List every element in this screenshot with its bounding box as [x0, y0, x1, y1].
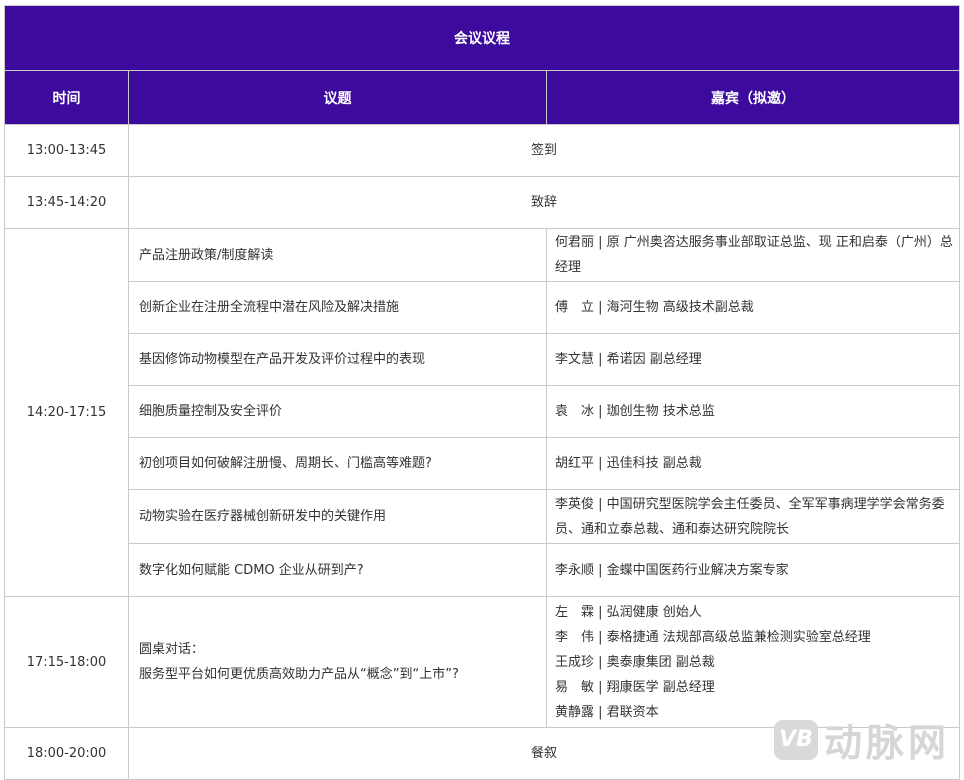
roundtable-label: 圆桌对话：	[139, 642, 205, 657]
table-row: 初创项目如何破解注册慢、周期长、门槛高等难题? 胡红平 | 迅佳科技 副总裁	[5, 437, 961, 490]
agenda-table: 会议议程 时间 议题 嘉宾（拟邀） 13:00-13:45 签到 13:45-1…	[3, 5, 961, 780]
watermark-text: 动脉网	[823, 721, 950, 765]
topic-cell: 产品注册政策/制度解读	[128, 228, 547, 282]
table-row: 基因修饰动物模型在产品开发及评价过程中的表现 李文慧 | 希诺因 副总经理	[5, 333, 961, 386]
guest-line: 李 伟 | 泰格捷通 法规部高级总监兼检测实验室总经理	[555, 629, 871, 645]
topic-cell: 基因修饰动物模型在产品开发及评价过程中的表现	[128, 333, 547, 386]
time-cell: 17:15-18:00	[4, 596, 129, 728]
guest-line: 易 敏 | 翔康医学 副总经理	[555, 679, 715, 695]
guest-cell: 李永顺 | 金蝶中国医药行业解决方案专家	[545, 543, 961, 597]
topic-cell: 动物实验在医疗器械创新研发中的关键作用	[128, 489, 547, 544]
topic-cell: 圆桌对话： 服务型平台如何更优质高效助力产品从“概念”到“上市”?	[128, 596, 547, 728]
topic-cell: 初创项目如何破解注册慢、周期长、门槛高等难题?	[128, 437, 547, 490]
guest-cell: 傅 立 | 海河生物 高级技术副总裁	[545, 281, 961, 334]
topic-cell: 细胞质量控制及安全评价	[128, 385, 547, 438]
guest-line: 王成珍 | 奥泰康集团 副总裁	[555, 654, 715, 670]
table-row: 动物实验在医疗器械创新研发中的关键作用 李英俊 | 中国研究型医院学会主任委员、…	[5, 489, 961, 544]
guest-cell: 李文慧 | 希诺因 副总经理	[545, 333, 961, 386]
guest-cell: 袁 冰 | 珈创生物 技术总监	[545, 385, 961, 438]
guest-cell: 李英俊 | 中国研究型医院学会主任委员、全军军事病理学学会常务委员、通和立泰总裁…	[545, 489, 961, 544]
watermark: VB 动脉网	[773, 712, 950, 767]
header-guest: 嘉宾（拟邀）	[545, 70, 961, 125]
table-row: 13:45-14:20 致辞	[4, 176, 961, 229]
guest-cell: 胡红平 | 迅佳科技 副总裁	[545, 437, 961, 490]
header-row: 时间 议题 嘉宾（拟邀）	[4, 70, 961, 125]
merged-item-cell: 签到	[127, 124, 961, 177]
time-cell: 13:45-14:20	[4, 176, 129, 229]
header-time: 时间	[4, 70, 129, 125]
roundtable-topic: 服务型平台如何更优质高效助力产品从“概念”到“上市”?	[139, 667, 459, 682]
table-row: 17:15-18:00 圆桌对话： 服务型平台如何更优质高效助力产品从“概念”到…	[4, 596, 961, 728]
table-row: 数字化如何赋能 CDMO 企业从研到产? 李永顺 | 金蝶中国医药行业解决方案专…	[5, 543, 961, 597]
table-row: 创新企业在注册全流程中潜在风险及解决措施 傅 立 | 海河生物 高级技术副总裁	[5, 281, 961, 334]
time-cell: 18:00-20:00	[4, 727, 129, 780]
topic-cell: 数字化如何赋能 CDMO 企业从研到产?	[128, 543, 547, 597]
table-row: 14:20-17:15 产品注册政策/制度解读 何君丽 | 原 广州奥咨达服务事…	[4, 228, 961, 597]
watermark-logo-icon: VB	[773, 719, 818, 760]
time-cell: 14:20-17:15	[4, 228, 129, 597]
agenda-title: 会议议程	[3, 5, 961, 71]
guest-cell: 左 霖 | 弘润健康 创始人 李 伟 | 泰格捷通 法规部高级总监兼检测实验室总…	[545, 596, 961, 728]
topic-cell: 创新企业在注册全流程中潜在风险及解决措施	[128, 281, 547, 334]
header-topic: 议题	[128, 70, 547, 125]
guest-line: 左 霖 | 弘润健康 创始人	[555, 604, 702, 620]
table-row: 13:00-13:45 签到	[4, 124, 961, 177]
time-cell: 13:00-13:45	[4, 124, 129, 177]
table-row: 细胞质量控制及安全评价 袁 冰 | 珈创生物 技术总监	[5, 385, 961, 438]
title-row: 会议议程	[3, 5, 961, 71]
guest-cell: 何君丽 | 原 广州奥咨达服务事业部取证总监、现 正和启泰（广州）总经理	[545, 228, 961, 282]
merged-item-cell: 致辞	[127, 176, 961, 229]
